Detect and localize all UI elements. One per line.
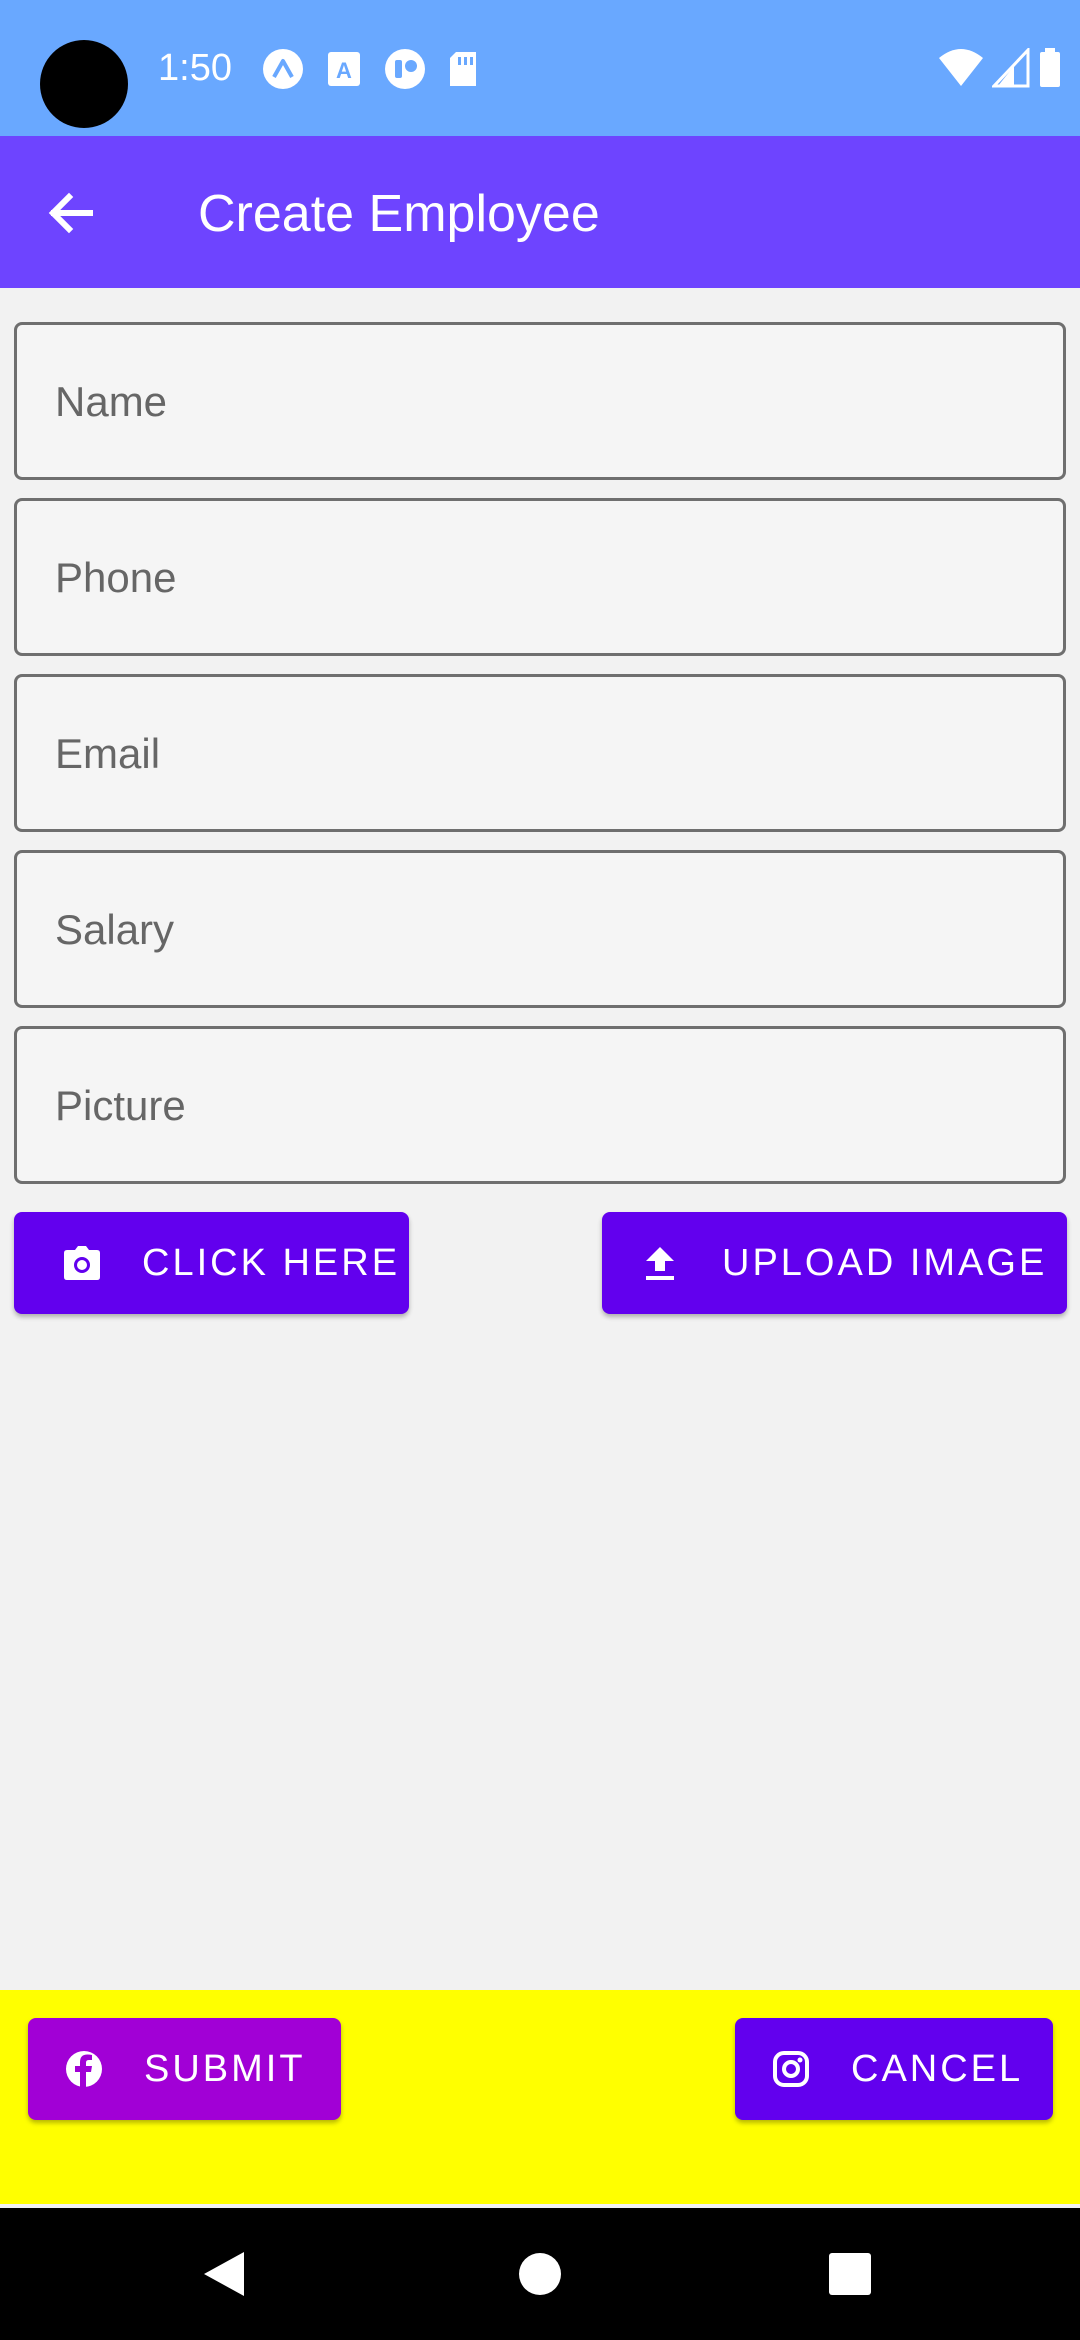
battery-icon [1040,48,1060,87]
salary-input[interactable] [53,853,1017,1007]
app-bar: Create Employee [0,136,1080,288]
wifi-icon [939,49,983,86]
submit-button[interactable]: SUBMIT [28,2018,341,2120]
instagram-icon [771,2049,811,2089]
system-nav-bar [0,2208,1080,2340]
facebook-icon [64,2049,104,2089]
employee-form [14,322,1066,1202]
footer-bar: SUBMIT CANCEL [0,1990,1080,2204]
sd-card-icon [450,52,476,86]
email-field [14,674,1066,832]
notification-icons: A [262,48,480,90]
font-a-icon: A [328,52,360,86]
email-input[interactable] [53,677,1017,831]
click-here-button[interactable]: CLICK HERE [14,1212,409,1314]
picture-field [14,1026,1066,1184]
name-field [14,322,1066,480]
upload-image-label: UPLOAD IMAGE [722,1241,1048,1284]
camera-cutout [40,40,128,128]
salary-field [14,850,1066,1008]
signal-icon [992,48,1030,88]
system-icons [938,48,1062,88]
name-input[interactable] [53,325,1017,479]
status-time: 1:50 [158,47,232,89]
expo-icon [263,49,303,89]
upload-image-button[interactable]: UPLOAD IMAGE [602,1212,1067,1314]
submit-label: SUBMIT [144,2047,306,2090]
home-circle-icon[interactable] [512,2246,568,2302]
upload-icon [640,1243,680,1283]
phone-input[interactable] [53,501,1017,655]
recents-square-icon[interactable] [822,2246,878,2302]
click-here-label: CLICK HERE [142,1241,401,1284]
status-bar: 1:50 A [0,0,1080,136]
page-title: Create Employee [198,185,600,243]
phone-field [14,498,1066,656]
back-triangle-icon[interactable] [196,2246,252,2302]
camera-icon [62,1243,102,1283]
picture-input[interactable] [53,1029,1017,1183]
cancel-button[interactable]: CANCEL [735,2018,1053,2120]
notification-app-icon [385,49,425,89]
arrow-back-icon[interactable] [40,182,102,244]
svg-text:A: A [336,58,352,83]
cancel-label: CANCEL [851,2047,1024,2090]
